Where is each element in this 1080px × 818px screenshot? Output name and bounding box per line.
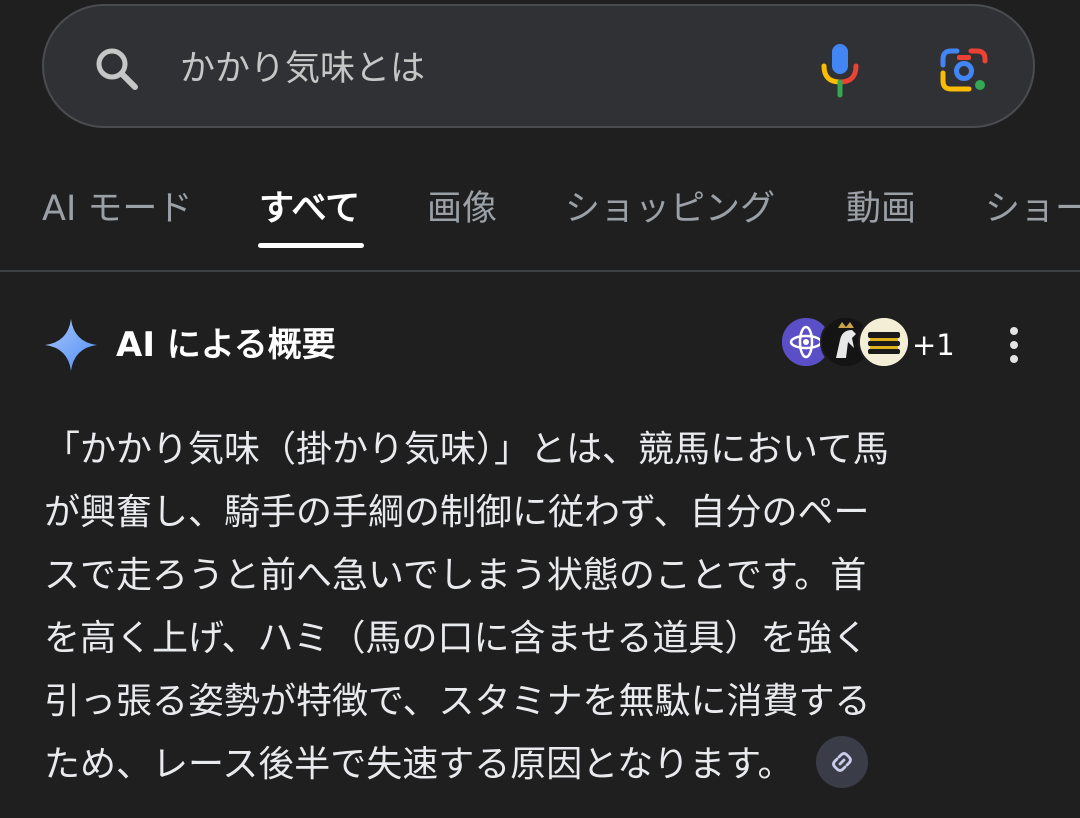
ai-overview-line: 「かかり気味（掛かり気味）」とは、競馬において馬 [44,429,889,470]
camera-lens-icon[interactable] [939,45,989,95]
link-chip-button[interactable] [815,736,868,788]
ai-overview-line: ため、レース後半で失速する原因となります。 [44,744,794,785]
ai-overview-title: AI による概要 [116,325,336,365]
link-icon [831,752,852,772]
bee-logo-icon[interactable] [858,316,910,368]
microphone-icon[interactable] [818,42,862,98]
search-bar[interactable]: かかり気味とは [42,4,1035,128]
ai-overview-line: 引っ張る姿勢が特徴で、スタミナを無駄に消費する [44,681,871,722]
search-input[interactable]: かかり気味とは [180,44,425,94]
tab-all[interactable]: すべて [259,184,360,234]
ai-overview-line: が興奮し、騎手の手綱の制御に従わず、自分のペー [44,492,870,533]
search-icon[interactable] [92,44,142,94]
tab-shopping[interactable]: ショッピング [565,184,775,234]
source-avatars[interactable] [780,316,910,372]
ai-overview-text: 「かかり気味（掛かり気味）」とは、競馬において馬 が興奮し、騎手の手綱の制御に従… [44,418,1034,796]
active-tab-indicator [258,243,364,248]
ai-overview-last-line: ため、レース後半で失速する原因となります。 [44,733,1034,796]
search-tabs: AI モード すべて 画像 ショッピング 動画 ショー [0,170,1080,270]
divider [0,270,1080,272]
sparkle-icon [43,317,99,373]
source-count-badge[interactable]: +1 [912,325,955,365]
tab-shorts[interactable]: ショー [985,184,1080,234]
tab-ai-mode[interactable]: AI モード [42,184,192,234]
more-vert-icon[interactable] [996,322,1032,368]
ai-overview-line: スで走ろうと前へ急いでしまう状態のことです。首 [44,555,867,596]
tab-images[interactable]: 画像 [427,184,497,234]
tab-videos[interactable]: 動画 [846,184,916,234]
ai-overview-line: を高く上げ、ハミ（馬の口に含ませる道具）を強く [44,618,869,659]
